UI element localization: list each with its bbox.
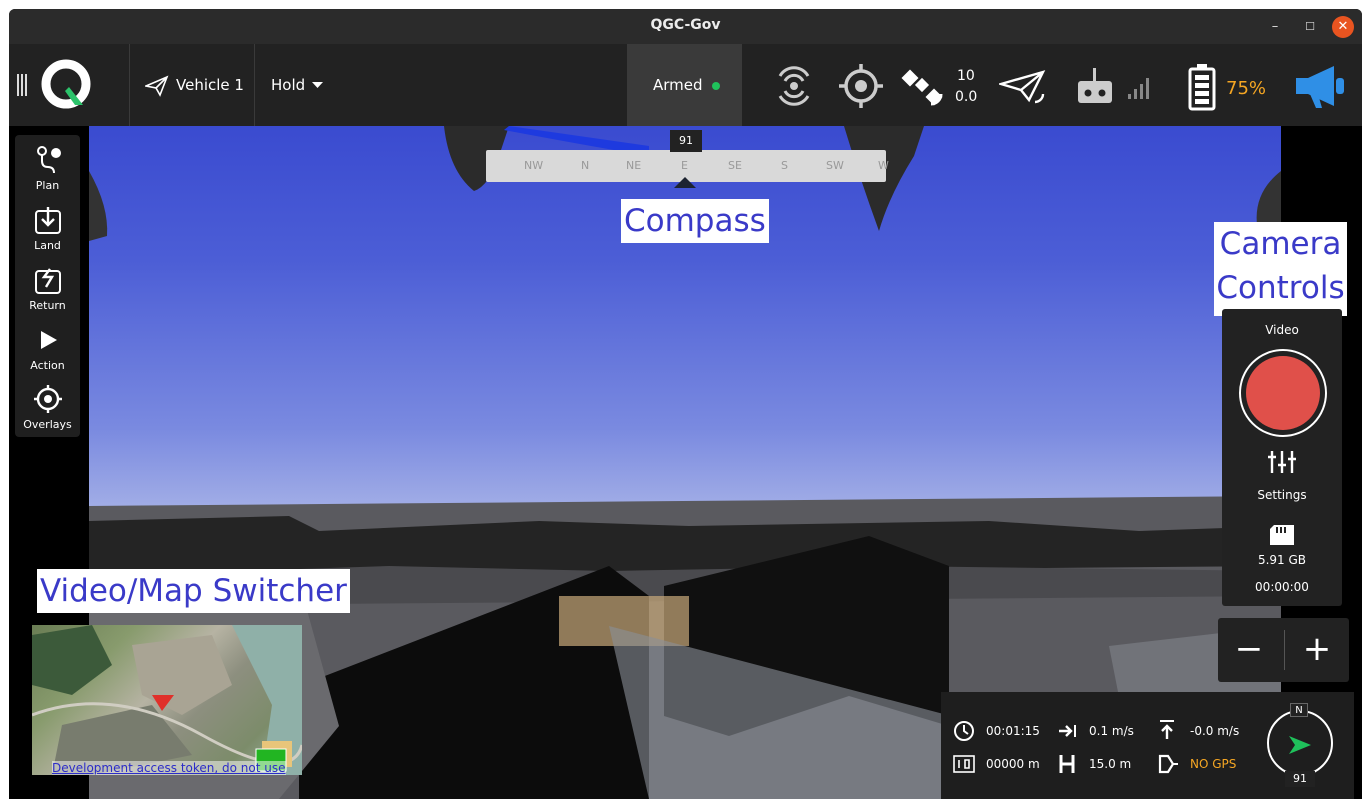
compass-dir: E <box>681 159 688 172</box>
zoom-controls: − + <box>1218 618 1349 682</box>
vehicle-heading-arrow-icon <box>1289 736 1311 754</box>
compass-north-label: N <box>1290 703 1308 717</box>
zoom-in-button[interactable]: + <box>1292 626 1342 674</box>
compass-dir: SE <box>728 159 742 172</box>
flight-time: 00:01:15 <box>986 724 1040 738</box>
altitude-icon <box>1059 755 1075 773</box>
tool-return[interactable]: Return <box>15 259 80 317</box>
rc-transmitter-icon[interactable] <box>1075 66 1115 106</box>
storage-free: 5.91 GB <box>1257 553 1307 567</box>
record-button[interactable] <box>1239 349 1327 437</box>
vertical-speed: -0.0 m/s <box>1190 724 1240 738</box>
compass-dir: N <box>581 159 590 172</box>
satellite-icon[interactable] <box>901 64 953 110</box>
tool-action[interactable]: Action <box>15 319 80 377</box>
tool-plan-label: Plan <box>35 179 60 192</box>
sd-card-icon <box>1270 525 1294 545</box>
compass-dir: SW <box>826 159 844 172</box>
telemetry-icon[interactable] <box>772 62 816 110</box>
record-indicator <box>1246 356 1320 430</box>
vehicle-message-icon[interactable] <box>999 70 1051 106</box>
title-bar: QGC-Gov – ☐ ✕ <box>9 9 1362 44</box>
overlays-icon <box>34 385 62 413</box>
close-button[interactable]: ✕ <box>1332 16 1354 38</box>
land-icon <box>35 207 61 234</box>
gps-hdop: 0.0 <box>955 89 978 105</box>
chevron-down-icon <box>312 82 323 88</box>
gps-home-icon <box>1158 754 1178 774</box>
qgc-logo-icon[interactable] <box>39 57 95 113</box>
armed-indicator[interactable]: Armed <box>627 44 742 126</box>
tool-strip: Plan Land Return Action Overlays <box>15 135 80 437</box>
flight-mode-dropdown[interactable]: Hold <box>271 76 305 94</box>
tool-land-label: Land <box>34 239 61 252</box>
ground-speed: 0.1 m/s <box>1089 724 1134 738</box>
annotation-camera-line2: Controls <box>1216 270 1345 306</box>
heading-pointer-icon <box>674 177 696 188</box>
telemetry-panel: 00:01:15 0.1 m/s -0.0 m/s 00000 m 15.0 m… <box>941 692 1354 799</box>
annotation-camera-controls: Camera Controls <box>1214 222 1347 316</box>
altitude: 15.0 m <box>1089 757 1132 771</box>
compass-dir: NW <box>524 159 544 172</box>
tool-land[interactable]: Land <box>15 199 80 257</box>
annotation-camera-line1: Camera <box>1219 226 1342 262</box>
menu-handle-icon[interactable] <box>17 74 29 96</box>
annotation-compass: Compass <box>621 199 769 243</box>
megaphone-icon[interactable] <box>1292 62 1348 110</box>
gps-satellite-count: 10 <box>957 68 975 84</box>
zoom-out-button[interactable]: − <box>1224 626 1274 674</box>
ground-speed-icon <box>1059 725 1076 737</box>
map-attribution-link[interactable]: Development access token, do not use <box>52 761 286 775</box>
battery-icon[interactable] <box>1187 63 1217 111</box>
play-icon <box>41 331 57 349</box>
plan-icon <box>37 146 61 174</box>
compass-dir: W <box>878 159 889 172</box>
armed-label: Armed <box>653 76 703 94</box>
camera-controls-panel: Video Settings 5.91 GB 00:00:00 <box>1222 309 1342 606</box>
armed-status-dot <box>712 82 720 90</box>
annotation-switcher: Video/Map Switcher <box>37 569 350 613</box>
compass-heading-readout: 91 <box>1285 771 1315 787</box>
tool-overlays-label: Overlays <box>23 418 72 431</box>
window-title: QGC-Gov <box>650 17 721 33</box>
compass-dir: S <box>781 159 788 172</box>
tool-overlays[interactable]: Overlays <box>15 378 80 436</box>
vertical-speed-icon <box>1160 720 1174 739</box>
camera-mode-label[interactable]: Video <box>1222 323 1342 337</box>
rc-signal-icon <box>1128 78 1149 99</box>
paper-plane-icon <box>145 75 169 97</box>
main-toolbar: Vehicle 1 Hold Armed 10 0.0 75% <box>9 44 1362 126</box>
battery-percent: 75% <box>1226 78 1267 99</box>
camera-settings-label[interactable]: Settings <box>1222 488 1342 502</box>
tool-return-label: Return <box>29 299 66 312</box>
tool-action-label: Action <box>30 359 65 372</box>
distance-to-home: 00000 m <box>986 757 1040 771</box>
rtk-gps-icon[interactable] <box>837 62 885 110</box>
distance-icon <box>953 755 975 773</box>
map-video-switcher[interactable] <box>32 625 302 775</box>
app-window: QGC-Gov – ☐ ✕ Vehicle 1 Hold Armed 10 0.… <box>9 9 1362 799</box>
recording-time: 00:00:00 <box>1255 580 1309 594</box>
map-satellite-image <box>32 625 302 775</box>
compass-dir: NE <box>626 159 642 172</box>
clock-icon <box>954 721 974 741</box>
tool-plan[interactable]: Plan <box>15 139 80 197</box>
maximize-button[interactable]: ☐ <box>1299 16 1321 38</box>
gps-status: NO GPS <box>1190 757 1237 771</box>
compass-heading: 91 <box>670 130 702 152</box>
vehicle-selector[interactable]: Vehicle 1 <box>176 76 244 94</box>
settings-sliders-icon[interactable] <box>1267 449 1297 475</box>
minimize-button[interactable]: – <box>1264 16 1286 38</box>
return-icon <box>35 268 61 294</box>
